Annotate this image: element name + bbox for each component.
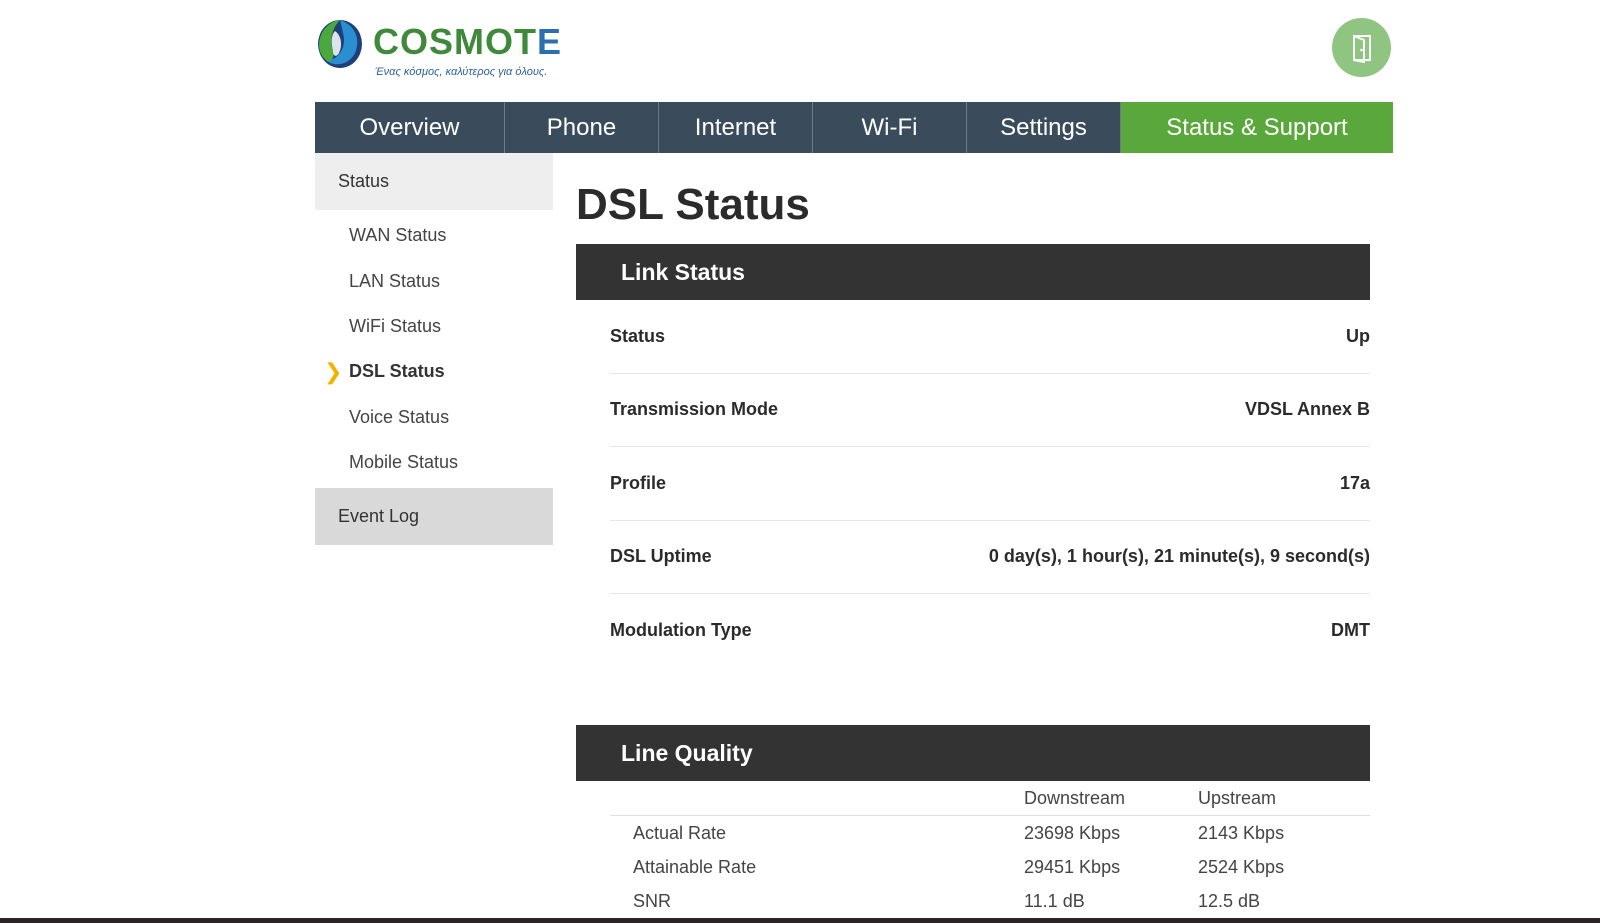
cosmote-logo-mark-icon [318,20,362,68]
sidebar-item-wifi-status[interactable]: WiFi Status [315,304,553,349]
door-exit-icon [1352,34,1371,63]
upstream-value: 2524 Kbps [1198,856,1285,877]
kv-label: Transmission Mode [610,399,779,420]
downstream-value: 23698 Kbps [1024,822,1121,843]
sidebar-item-label: DSL Status [349,361,445,382]
row-label: Actual Rate [633,822,727,843]
column-header-upstream: Upstream [1198,788,1277,808]
kv-row-status: Status Up [610,300,1370,374]
sidebar-item-label: Voice Status [349,406,450,427]
kv-value: DMT [1331,620,1370,641]
kv-row-transmission-mode: Transmission Mode VDSL Annex B [610,374,1370,447]
section-header-line-quality: Line Quality [576,725,1370,781]
sidebar-item-label: LAN Status [349,270,441,291]
downstream-value: 29451 Kbps [1024,856,1121,877]
upstream-value: 2143 Kbps [1198,822,1285,843]
nav-tab-overview[interactable]: Overview [315,102,505,153]
sidebar-item-wan-status[interactable]: WAN Status [315,213,553,258]
sidebar-item-dsl-status[interactable]: ❯ DSL Status [315,349,553,394]
table-row: Actual Rate 23698 Kbps 2143 Kbps [610,816,1370,850]
sidebar-item-label: WAN Status [349,225,447,246]
upstream-value: 12.5 dB [1198,890,1261,911]
sidebar-item-label: WiFi Status [349,315,442,336]
cosmote-logo[interactable]: COSMOTE Ένας κόσμος, καλύτερος για όλους… [315,17,561,87]
sidebar-item-label: Mobile Status [349,452,459,473]
row-label: Attainable Rate [633,856,757,877]
taskbar-edge [0,918,1600,923]
logo-tagline: Ένας κόσμος, καλύτερος για όλους. [375,66,548,78]
nav-tab-internet[interactable]: Internet [659,102,813,153]
row-label: SNR [633,890,672,911]
column-header-downstream: Downstream [1024,788,1126,808]
link-status-table: Status Up Transmission Mode VDSL Annex B… [610,300,1370,668]
kv-label: DSL Uptime [610,546,712,567]
logout-button[interactable] [1332,18,1391,77]
page-title: DSL Status [576,180,810,229]
sidebar-item-mobile-status[interactable]: Mobile Status [315,440,553,485]
chevron-right-icon: ❯ [324,358,343,384]
kv-row-modulation-type: Modulation Type DMT [610,594,1370,668]
kv-label: Profile [610,472,667,493]
section-header-link-status: Link Status [576,244,1370,300]
kv-label: Status [610,325,666,346]
sidebar-header-status[interactable]: Status [315,153,553,210]
nav-tab-wifi[interactable]: Wi-Fi [813,102,967,153]
kv-value: 17a [1339,472,1370,493]
kv-row-dsl-uptime: DSL Uptime 0 day(s), 1 hour(s), 21 minut… [610,521,1370,594]
table-row: SNR 11.1 dB 12.5 dB [610,884,1370,918]
line-quality-table: Downstream Upstream Actual Rate 23698 Kb… [610,782,1370,918]
main-nav: Overview Phone Internet Wi-Fi Settings S… [315,102,1393,153]
logo-wordmark: COSMOTE [373,21,563,62]
kv-value: 0 day(s), 1 hour(s), 21 minute(s), 9 sec… [988,546,1370,567]
sidebar-item-lan-status[interactable]: LAN Status [315,258,553,303]
kv-value: Up [1346,325,1370,346]
kv-label: Modulation Type [610,620,752,641]
sidebar-item-voice-status[interactable]: Voice Status [315,395,553,440]
sidebar: Status WAN Status LAN Status WiFi Status… [315,153,553,546]
sidebar-item-event-log[interactable]: Event Log [315,488,553,546]
table-header-row: Downstream Upstream [610,782,1370,816]
kv-value: VDSL Annex B [1244,399,1370,420]
kv-row-profile: Profile 17a [610,447,1370,521]
downstream-value: 11.1 dB [1024,890,1085,911]
table-row: Attainable Rate 29451 Kbps 2524 Kbps [610,850,1370,884]
nav-tab-settings[interactable]: Settings [967,102,1121,153]
nav-tab-status-support[interactable]: Status & Support [1121,102,1393,153]
nav-tab-phone[interactable]: Phone [505,102,659,153]
